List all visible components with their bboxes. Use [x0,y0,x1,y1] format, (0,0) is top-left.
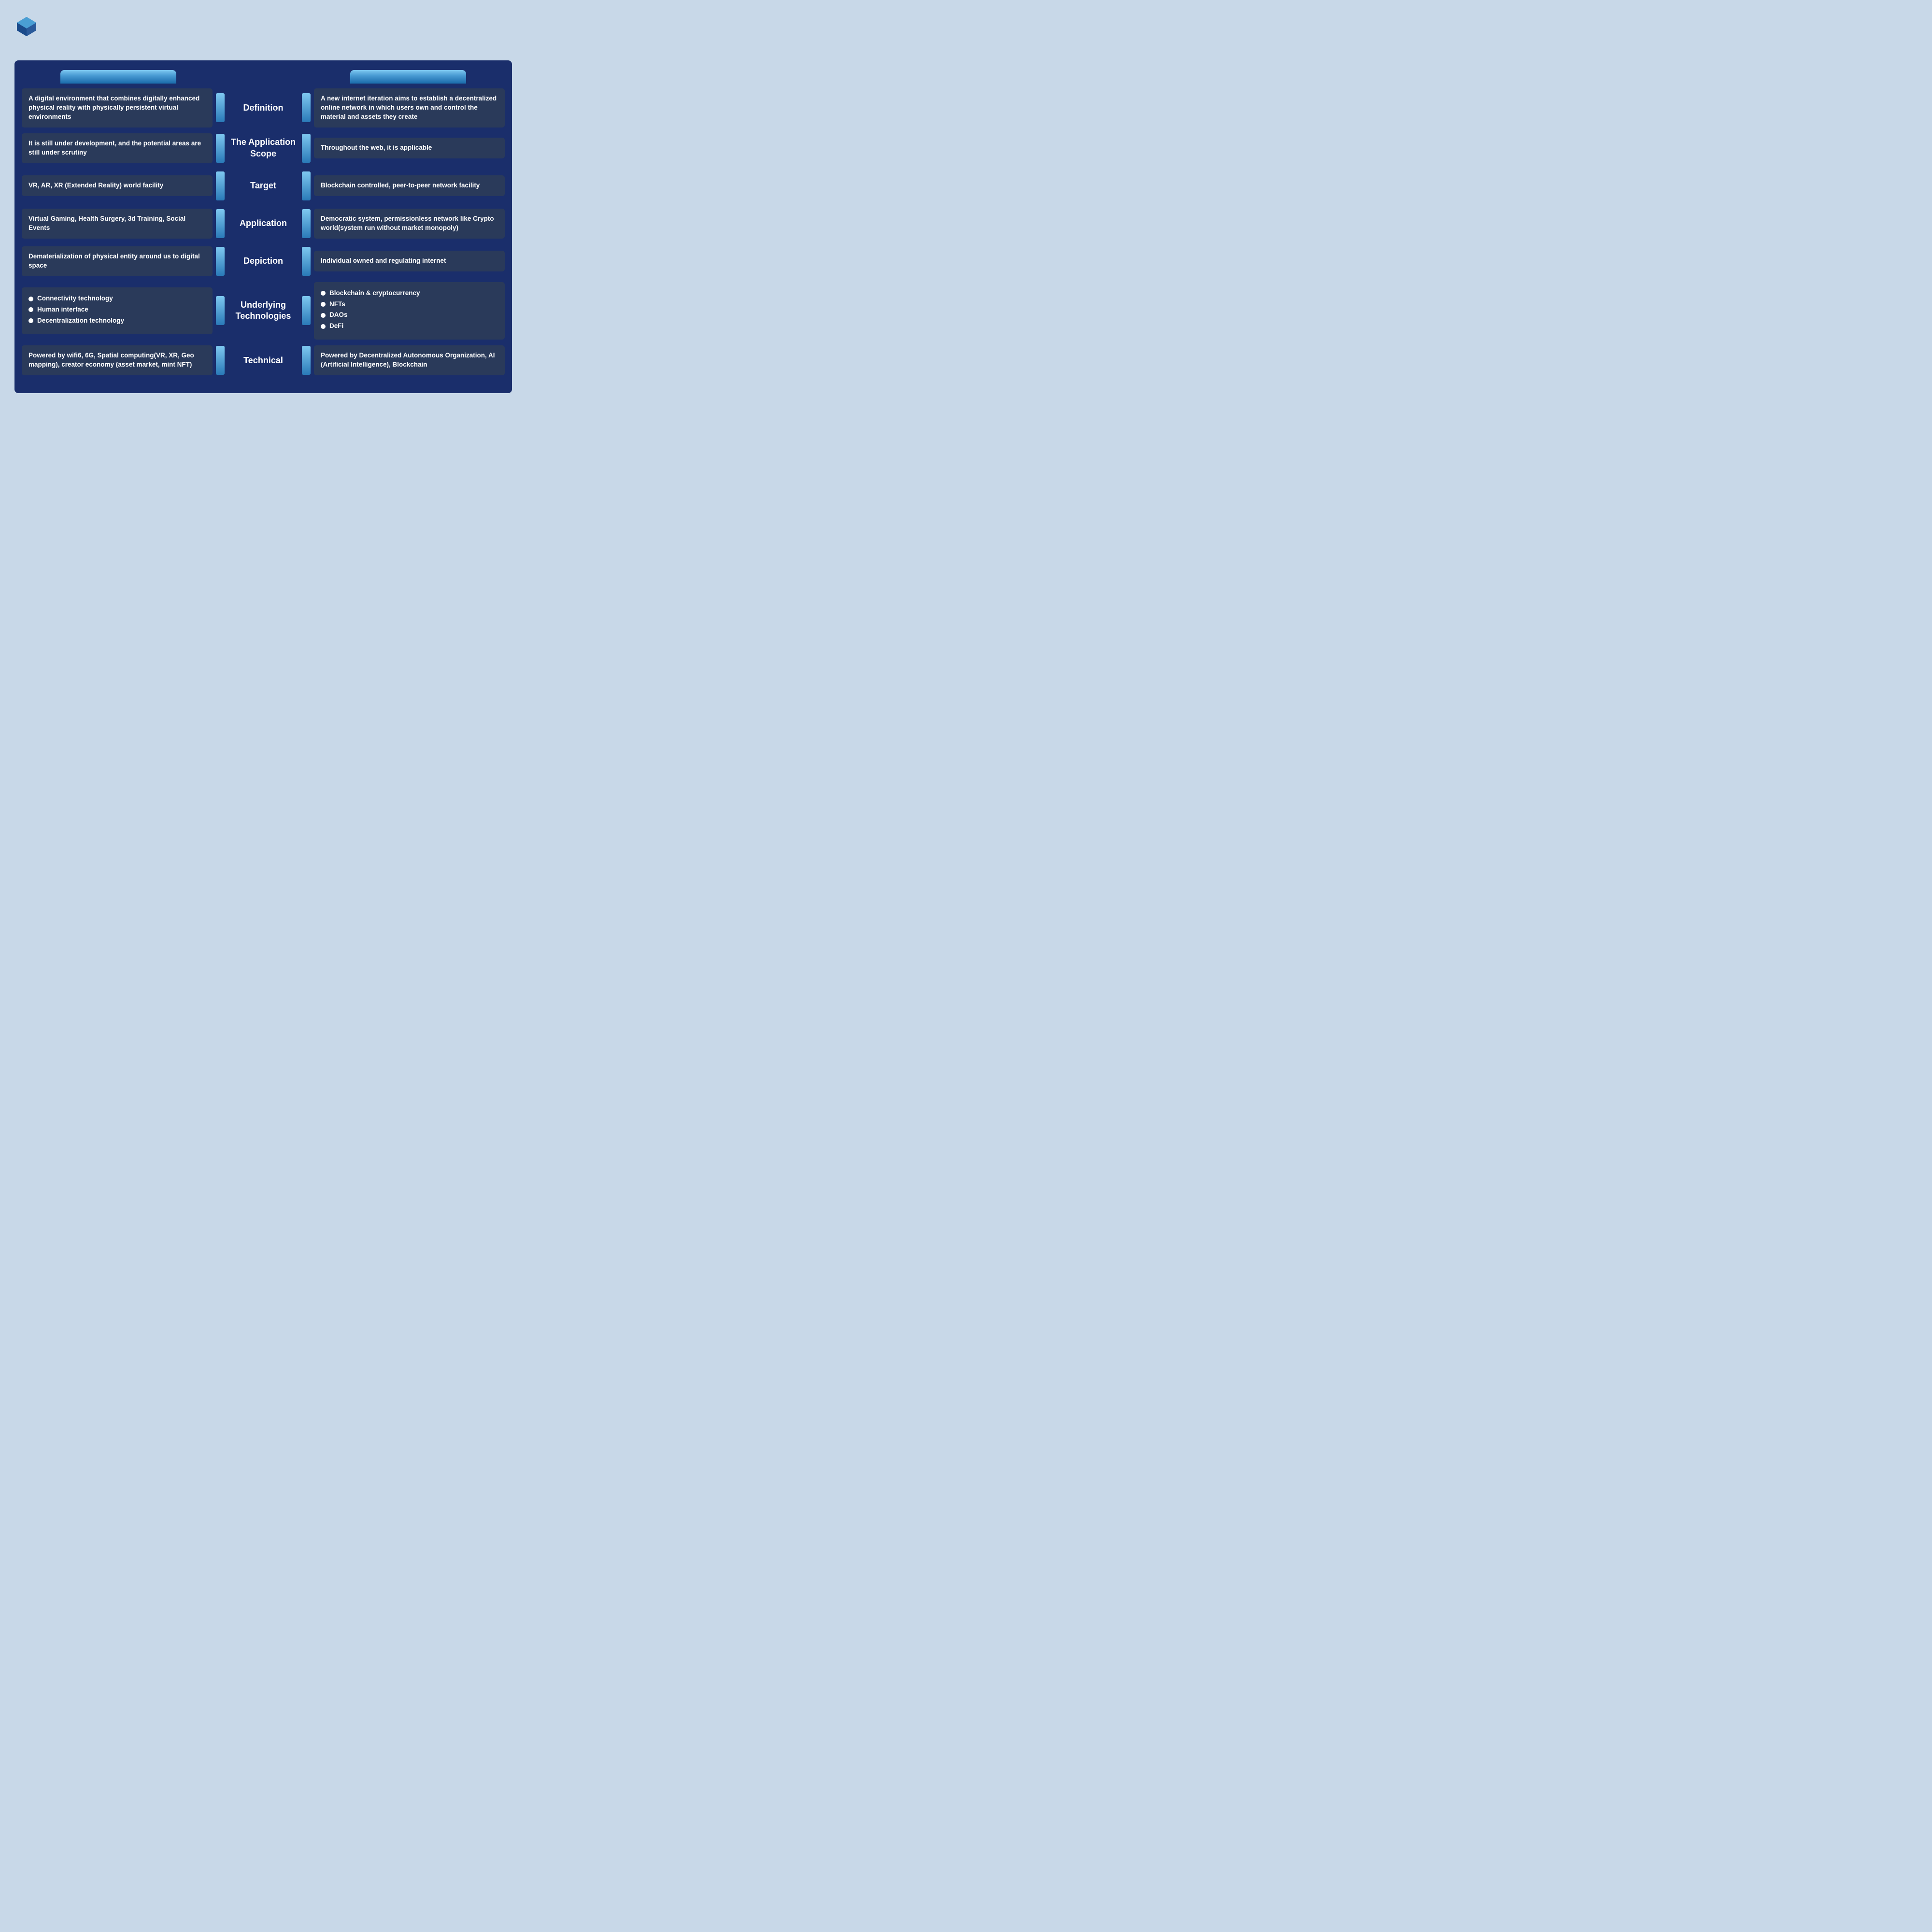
center-cell: Depiction [215,244,312,278]
bullet-dot [321,324,326,329]
left-cell: Powered by wifi6, 6G, Spatial computing(… [22,343,215,377]
bullet-text: Blockchain & cryptocurrency [329,289,420,298]
bullet-dot [28,297,33,301]
center-label: Technical [227,353,299,368]
left-connector [216,346,225,375]
left-cell-content: It is still under development, and the p… [22,133,213,163]
bullet-text: Connectivity technology [37,294,113,303]
left-cell-content: VR, AR, XR (Extended Reality) world faci… [22,175,213,196]
comparison-row: Virtual Gaming, Health Surgery, 3d Train… [22,207,505,241]
comparison-row: Dematerialization of physical entity aro… [22,244,505,278]
left-connector [216,209,225,238]
left-connector [216,171,225,200]
right-connector [302,171,311,200]
center-label: The Application Scope [227,135,299,161]
left-connector [216,296,225,325]
right-connector [302,209,311,238]
column-headers [22,70,505,84]
right-cell: Democratic system, permissionless networ… [312,207,505,241]
content-area: A digital environment that combines digi… [14,60,512,393]
right-cell-content: Throughout the web, it is applicable [314,138,505,158]
rows-container: A digital environment that combines digi… [22,88,505,377]
left-connector [216,93,225,122]
comparison-row: It is still under development, and the p… [22,131,505,165]
center-label: Depiction [227,254,299,269]
left-cell-content: Dematerialization of physical entity aro… [22,246,213,276]
left-connector [216,134,225,163]
bullet-text: Decentralization technology [37,316,124,326]
comparison-row: Powered by wifi6, 6G, Spatial computing(… [22,343,505,377]
right-cell-content: A new internet iteration aims to establi… [314,88,505,128]
left-column-header [22,70,215,84]
comparison-row: Connectivity technology Human interface De… [22,282,505,340]
bullet-text: Human interface [37,305,88,314]
left-cell: Dematerialization of physical entity aro… [22,244,215,278]
center-cell: Underlying Technologies [215,282,312,340]
logo-icon [14,14,39,39]
right-column-header [312,70,505,84]
right-connector [302,93,311,122]
metaverse-header-tab [60,70,176,84]
right-cell: Individual owned and regulating internet [312,244,505,278]
main-title [14,46,512,60]
center-cell: Technical [215,343,312,377]
left-cell: Virtual Gaming, Health Surgery, 3d Train… [22,207,215,241]
logo-area [14,14,43,39]
bullet-text: NFTs [329,300,345,309]
left-connector [216,247,225,276]
left-cell-content: Virtual Gaming, Health Surgery, 3d Train… [22,209,213,239]
right-cell-content: Powered by Decentralized Autonomous Orga… [314,345,505,375]
left-cell-content: Powered by wifi6, 6G, Spatial computing(… [22,345,213,375]
right-cell-content: Individual owned and regulating internet [314,251,505,271]
center-label: Definition [227,100,299,115]
comparison-row: VR, AR, XR (Extended Reality) world faci… [22,169,505,203]
bullet-item: Blockchain & cryptocurrency [321,289,498,298]
right-cell: Powered by Decentralized Autonomous Orga… [312,343,505,377]
left-cell-content: Connectivity technology Human interface De… [22,287,213,334]
center-cell: Target [215,169,312,203]
right-cell: Blockchain & cryptocurrency NFTs DAOs DeFi [312,282,505,340]
bullet-item: DAOs [321,311,498,320]
bullet-item: Connectivity technology [28,294,206,303]
center-label: Application [227,216,299,231]
right-connector [302,247,311,276]
bullet-text: DAOs [329,311,348,320]
right-cell-content: Blockchain & cryptocurrency NFTs DAOs DeFi [314,282,505,340]
right-connector [302,134,311,163]
right-cell: Blockchain controlled, peer-to-peer netw… [312,169,505,203]
bullet-dot [28,307,33,312]
bullet-dot [321,302,326,307]
center-label: Underlying Technologies [227,298,299,324]
bullet-dot [321,313,326,318]
comparison-row: A digital environment that combines digi… [22,88,505,128]
center-label: Target [227,178,299,193]
bullet-item: NFTs [321,300,498,309]
web3-header-tab [350,70,466,84]
page-wrapper: A digital environment that combines digi… [0,0,526,408]
bullet-item: Decentralization technology [28,316,206,326]
bullet-item: Human interface [28,305,206,314]
right-connector [302,296,311,325]
bullet-dot [321,291,326,296]
left-cell: VR, AR, XR (Extended Reality) world faci… [22,169,215,203]
center-cell: Application [215,207,312,241]
right-connector [302,346,311,375]
left-cell: It is still under development, and the p… [22,131,215,165]
center-cell: Definition [215,88,312,128]
right-cell-content: Blockchain controlled, peer-to-peer netw… [314,175,505,196]
left-cell-content: A digital environment that combines digi… [22,88,213,128]
center-cell: The Application Scope [215,131,312,165]
header [14,10,512,46]
right-cell: Throughout the web, it is applicable [312,131,505,165]
left-cell: Connectivity technology Human interface De… [22,282,215,340]
right-cell-content: Democratic system, permissionless networ… [314,209,505,239]
left-cell: A digital environment that combines digi… [22,88,215,128]
bullet-item: DeFi [321,322,498,331]
right-cell: A new internet iteration aims to establi… [312,88,505,128]
bullet-text: DeFi [329,322,343,331]
bullet-dot [28,318,33,323]
